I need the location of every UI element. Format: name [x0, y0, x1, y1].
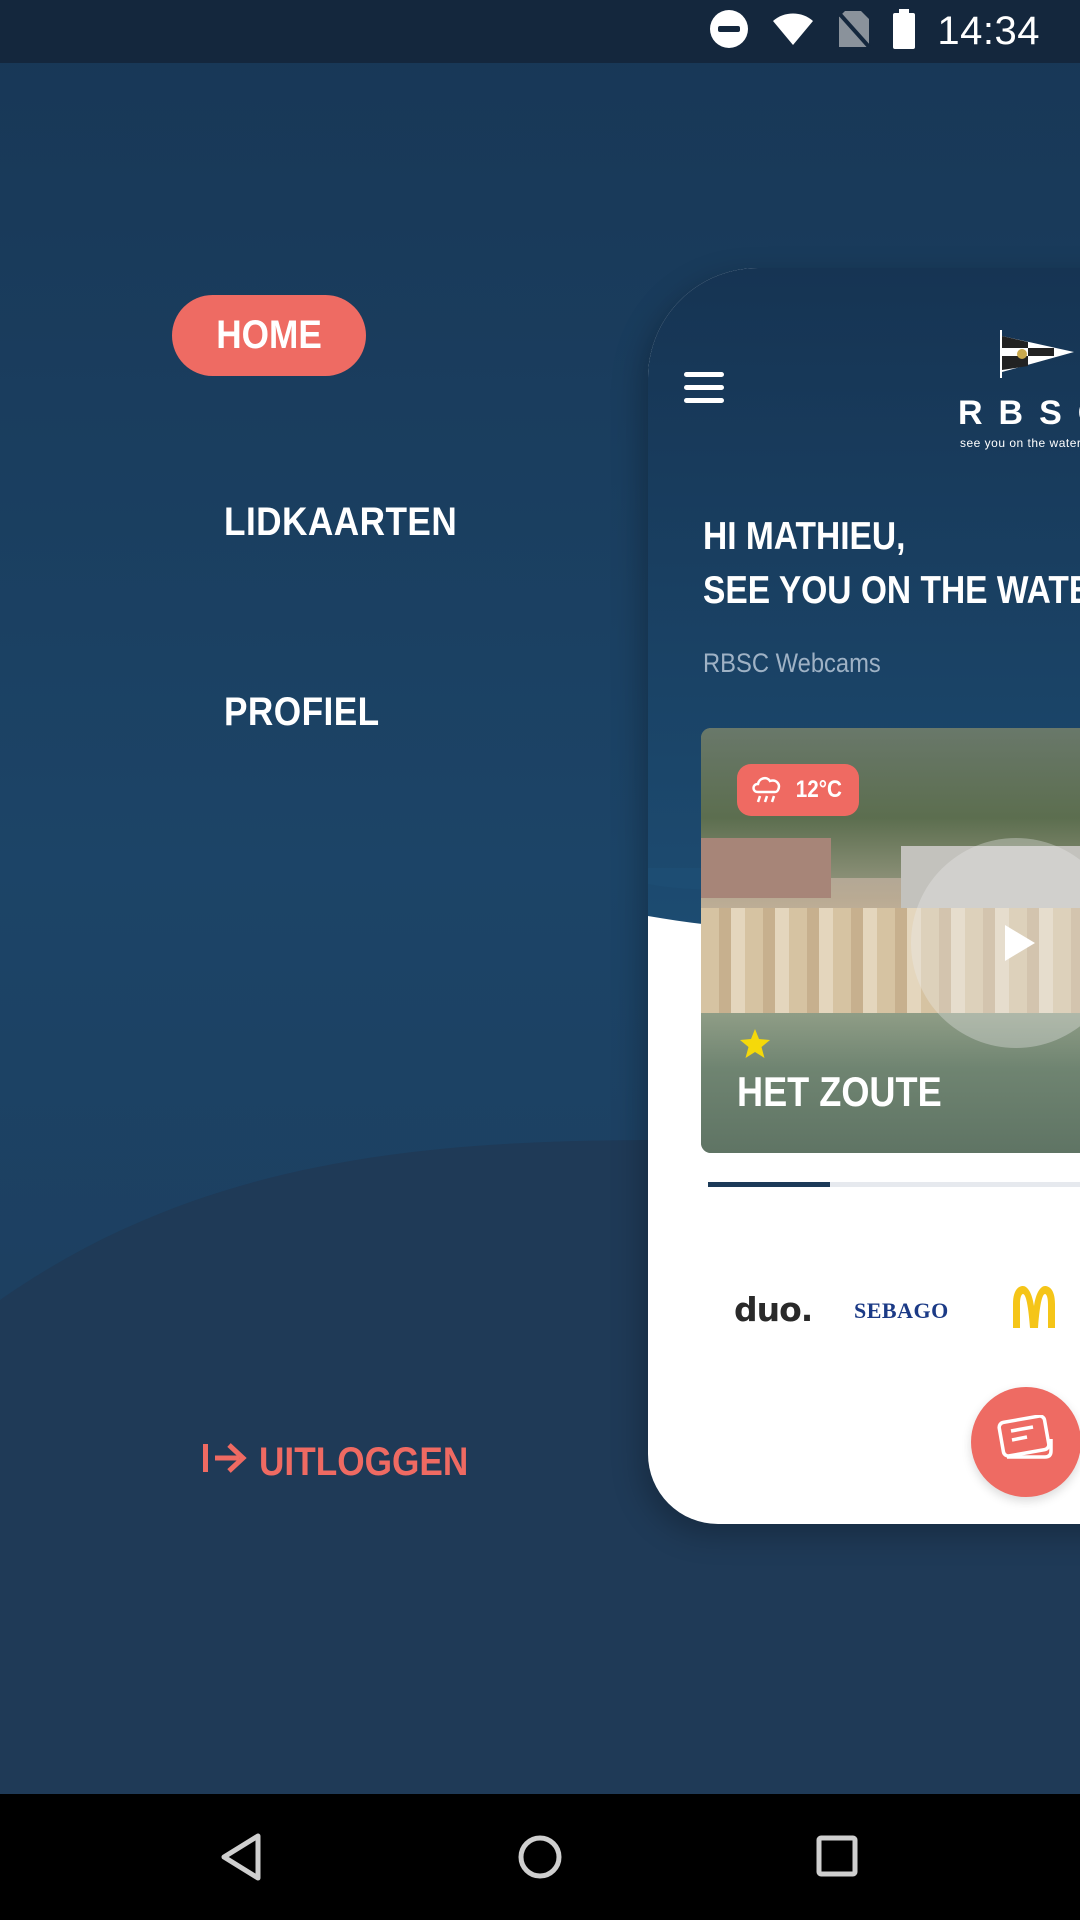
menu-item-home[interactable]: HOME: [172, 295, 366, 376]
greeting-line-1: HI MATHIEU,: [703, 515, 906, 558]
membership-card-button[interactable]: [971, 1387, 1080, 1497]
brand-tagline: see you on the water: [960, 436, 1080, 450]
do-not-disturb-icon: [709, 9, 749, 54]
logout-label: UITLOGGEN: [259, 1439, 469, 1484]
status-bar: 14:34: [0, 0, 1080, 63]
back-button[interactable]: [210, 1824, 276, 1890]
carousel-progress-fill: [708, 1182, 831, 1187]
flag-logo-icon: [1000, 330, 1074, 378]
logout-button[interactable]: UITLOGGEN: [203, 1437, 497, 1487]
rbsc-logo: RBSC see you on the water: [958, 330, 1080, 450]
battery-icon: [893, 9, 916, 54]
carousel-progress: [708, 1182, 1080, 1187]
mcdonalds-logo-icon[interactable]: [1010, 1284, 1058, 1328]
recents-button[interactable]: [805, 1824, 871, 1890]
recents-icon: [816, 1835, 858, 1877]
navigation-bar: [0, 1794, 1080, 1920]
card-icon: [997, 1415, 1053, 1459]
temperature: 12°C: [795, 776, 843, 803]
rain-cloud-icon: [752, 776, 781, 803]
webcam-card-het-zoute[interactable]: 12°C HET ZOUTE: [701, 728, 1080, 1153]
home-preview-card[interactable]: RBSC see you on the water HI MATHIEU, SE…: [648, 268, 1080, 1524]
webcam-image-building: [701, 838, 831, 898]
no-sim-icon: [835, 9, 873, 54]
back-icon: [221, 1833, 261, 1881]
home-circle-icon: [518, 1835, 562, 1879]
webcam-title: HET ZOUTE: [737, 1068, 942, 1115]
sponsor-sebago-logo[interactable]: SEBAGO: [854, 1298, 949, 1324]
greeting-line-2: SEE YOU ON THE WATER: [703, 569, 1080, 612]
status-time: 14:34: [937, 9, 1040, 53]
menu-item-home-label: HOME: [216, 313, 322, 357]
home-button[interactable]: [507, 1824, 573, 1890]
brand-name: RBSC: [958, 394, 1080, 432]
hamburger-menu-icon[interactable]: [684, 372, 724, 404]
logout-icon: [203, 1440, 247, 1485]
menu-item-profiel[interactable]: PROFIEL: [224, 690, 380, 735]
play-icon: [1005, 925, 1035, 961]
sponsor-duo-logo[interactable]: duo.: [734, 1290, 813, 1329]
sponsor-logos: duo. SEBAGO: [648, 1276, 1080, 1356]
app-screen: 14:34 HOME LIDKAARTEN PROFIEL UITLOGGEN: [0, 0, 1080, 1920]
menu-item-lidkaarten[interactable]: LIDKAARTEN: [224, 500, 457, 545]
weather-badge: 12°C: [737, 764, 859, 816]
greeting: HI MATHIEU, SEE YOU ON THE WATER: [703, 510, 1080, 618]
wifi-icon: [771, 11, 815, 52]
favorite-star-icon[interactable]: [739, 1028, 771, 1060]
webcams-section-label: RBSC Webcams: [703, 648, 881, 678]
